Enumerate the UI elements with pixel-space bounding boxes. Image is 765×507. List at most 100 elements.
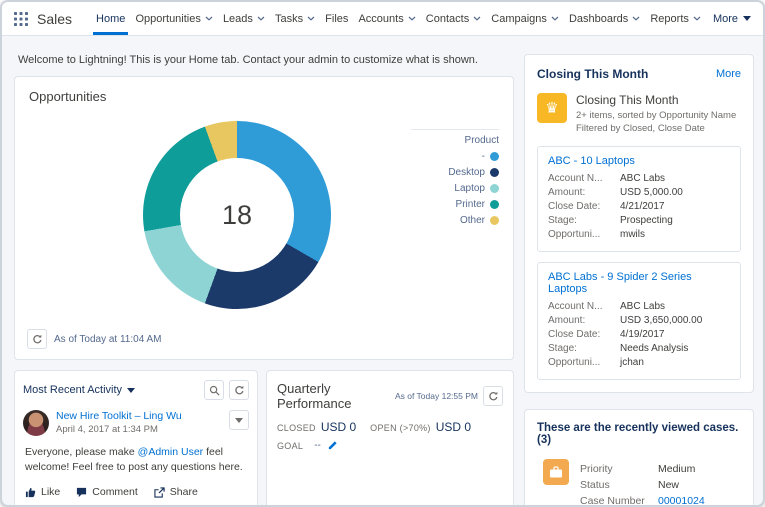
field-label: Stage:: [548, 215, 620, 226]
edit-goal-button[interactable]: [327, 440, 338, 451]
caret-down-icon[interactable]: [127, 388, 135, 393]
legend-dot: [490, 168, 499, 177]
recent-cases-card: These are the recently viewed cases. (3)…: [524, 409, 754, 505]
caret-down-icon: [743, 16, 751, 21]
field-value: Prospecting: [620, 215, 673, 226]
legend-items: - Desktop Laptop Printer Other: [411, 151, 499, 226]
closing-card-header: Closing This Month More: [525, 55, 753, 89]
closing-subtitle: Filtered by Closed, Close Date: [576, 123, 736, 136]
crown-glyph: ♛: [545, 99, 558, 117]
like-button[interactable]: Like: [25, 486, 60, 498]
tab-campaigns[interactable]: Campaigns: [491, 2, 559, 35]
case-field: StatusNew: [580, 479, 705, 491]
tab-label: Leads: [223, 13, 253, 25]
performance-stats: CLOSED USD 0 OPEN (>70%) USD 0: [267, 415, 513, 434]
activity-title[interactable]: Most Recent Activity: [23, 384, 122, 396]
record-field: Amount:USD 3,650,000.00: [548, 315, 730, 326]
field-value[interactable]: 00001024: [658, 495, 705, 505]
refresh-icon[interactable]: [27, 329, 47, 349]
legend-item[interactable]: -: [411, 151, 499, 162]
cases-header: These are the recently viewed cases. (3): [537, 422, 741, 446]
global-navigation: Sales Home Opportunities Leads Tasks Files Ac…: [2, 2, 763, 36]
opportunities-card: Opportunities 18 Product -DesktopLaptopP…: [14, 76, 514, 360]
case-row: PriorityMedium StatusNew Case Number000010…: [537, 459, 741, 505]
tab-files[interactable]: Files: [325, 2, 348, 35]
tab-tasks[interactable]: Tasks: [275, 2, 315, 35]
closing-header-title: Closing This Month: [537, 67, 648, 81]
more-link[interactable]: More: [716, 68, 741, 80]
field-value: Medium: [658, 463, 695, 475]
tab-dashboards[interactable]: Dashboards: [569, 2, 640, 35]
as-of-text: As of Today 12:55 PM: [395, 391, 478, 401]
field-value: Needs Analysis: [620, 343, 688, 354]
tab-label: Files: [325, 13, 348, 25]
legend-item[interactable]: Printer: [411, 199, 499, 210]
refresh-glyph: [488, 391, 499, 402]
comment-label: Comment: [92, 486, 138, 498]
field-label: Close Date:: [548, 201, 620, 212]
tab-label: Home: [96, 13, 125, 25]
performance-header: Quarterly Performance As of Today 12:55 …: [267, 371, 513, 415]
tab-label: Tasks: [275, 13, 303, 25]
field-value: 4/19/2017: [620, 329, 665, 340]
field-value: 4/21/2017: [620, 201, 665, 212]
chevron-down-icon: [257, 16, 265, 21]
field-label: Opportuni...: [548, 229, 620, 240]
opportunities-card-title: Opportunities: [29, 89, 106, 104]
refresh-icon[interactable]: [483, 386, 503, 406]
chevron-down-icon: [408, 16, 416, 21]
tab-leads[interactable]: Leads: [223, 2, 265, 35]
like-label: Like: [41, 486, 60, 498]
performance-chart: 400k: [277, 463, 503, 505]
legend-item[interactable]: Desktop: [411, 167, 499, 178]
chevron-down-icon: [473, 16, 481, 21]
tab-accounts[interactable]: Accounts: [358, 2, 415, 35]
tab-home[interactable]: Home: [96, 2, 125, 35]
field-label: Close Date:: [548, 329, 620, 340]
as-of-text: As of Today at 11:04 AM: [54, 334, 161, 345]
app-launcher-icon[interactable]: [14, 12, 28, 26]
legend-item[interactable]: Laptop: [411, 183, 499, 194]
tab-opportunities[interactable]: Opportunities: [135, 2, 212, 35]
post-menu-button[interactable]: [229, 410, 249, 430]
record-field: Account N...ABC Labs: [548, 173, 730, 184]
record-title-link[interactable]: ABC - 10 Laptops: [548, 155, 730, 167]
donut-chart[interactable]: 18: [143, 121, 331, 309]
record-title-link[interactable]: ABC Labs - 9 Spider 2 Series Laptops: [548, 271, 730, 295]
tab-label: Opportunities: [135, 13, 200, 25]
legend-label: Laptop: [454, 183, 485, 194]
refresh-icon[interactable]: [229, 380, 249, 400]
field-value: jchan: [620, 357, 644, 368]
briefcase-glyph: [549, 465, 563, 479]
tab-contacts[interactable]: Contacts: [426, 2, 481, 35]
right-sidebar: Closing This Month More ♛ Closing This M…: [524, 54, 754, 505]
tab-label: Reports: [650, 13, 689, 25]
search-icon[interactable]: [204, 380, 224, 400]
field-value: USD 5,000.00: [620, 187, 683, 198]
comment-button[interactable]: Comment: [76, 486, 138, 498]
post-actions: Like Comment Share: [15, 475, 257, 505]
post-title-link[interactable]: New Hire Toolkit – Ling Wu: [56, 410, 222, 422]
avatar[interactable]: [23, 410, 49, 436]
legend-item[interactable]: Other: [411, 215, 499, 226]
caret-down-icon: [235, 418, 243, 423]
case-field: Case Number00001024: [580, 495, 705, 505]
legend-label: Other: [460, 215, 485, 226]
refresh-glyph: [32, 334, 43, 345]
tab-reports[interactable]: Reports: [650, 2, 701, 35]
tab-more[interactable]: More: [713, 13, 751, 25]
mention-link[interactable]: @Admin User: [138, 446, 204, 458]
recent-activity-card: Most Recent Activity New Hire Toolkit – …: [14, 370, 258, 505]
tab-label: Contacts: [426, 13, 469, 25]
chart-legend: Product -DesktopLaptopPrinterOther: [411, 129, 499, 231]
app-name: Sales: [37, 11, 72, 27]
field-label: Opportuni...: [548, 357, 620, 368]
share-button[interactable]: Share: [154, 486, 198, 498]
main-content: Welcome to Lightning! This is your Home …: [2, 36, 763, 505]
performance-title: Quarterly Performance: [277, 381, 390, 411]
share-label: Share: [170, 486, 198, 498]
legend-dot: [490, 152, 499, 161]
case-field: PriorityMedium: [580, 463, 705, 475]
post-head: New Hire Toolkit – Ling Wu April 4, 2017…: [56, 410, 222, 435]
chevron-down-icon: [632, 16, 640, 21]
